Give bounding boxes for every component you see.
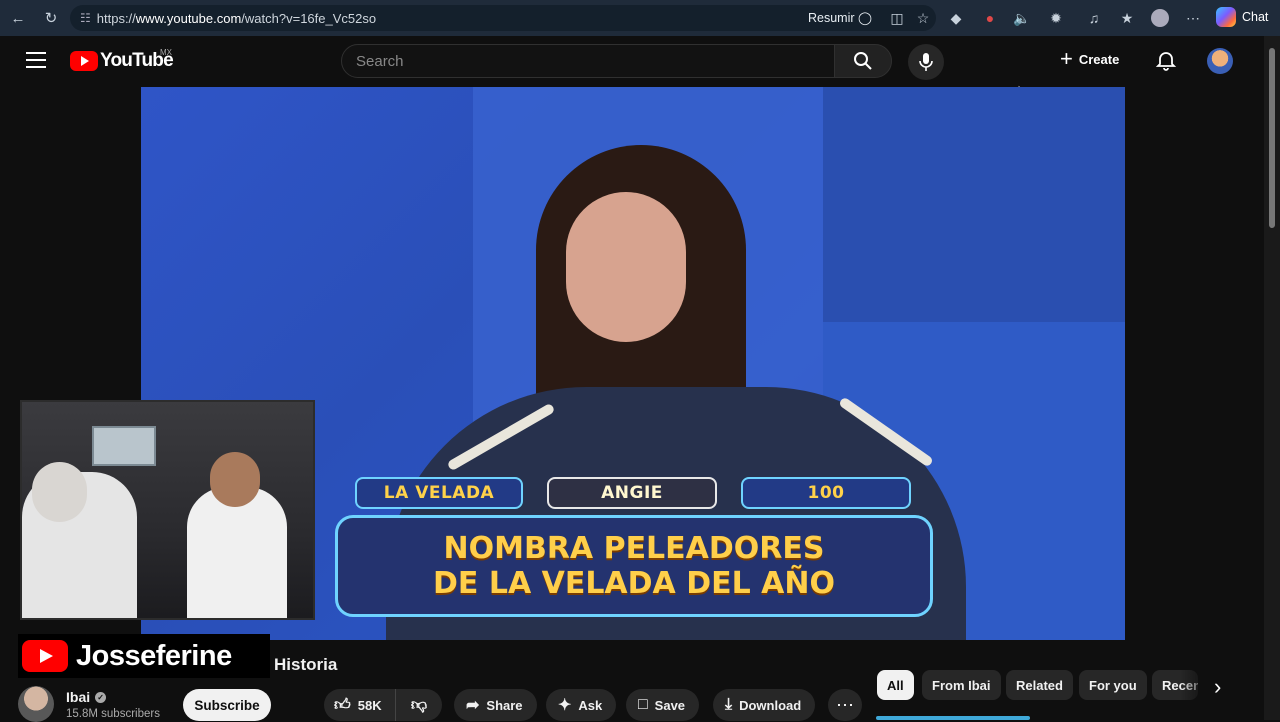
copilot-chat-button[interactable]: Chat [1216, 7, 1268, 27]
wall-sign [92, 426, 156, 466]
webcam-person-right-head [210, 452, 260, 507]
chip-from-ibai[interactable]: From Ibai [922, 670, 1001, 700]
chip-fade [1180, 668, 1210, 702]
extensions-puzzle-icon[interactable]: ✹ [1045, 7, 1067, 29]
download-icon: ⤓ [725, 696, 733, 713]
summarize-icon: ◯ [858, 11, 873, 25]
chevron-right-icon[interactable]: › [1214, 674, 1221, 700]
chip-all[interactable]: All [877, 670, 914, 700]
share-label: Share [486, 697, 523, 713]
url-host: www.youtube.com [135, 10, 242, 26]
download-label: Download [739, 697, 802, 713]
url-path: /watch?v=16fe_Vc52so [241, 10, 377, 26]
share-button[interactable]: ➦ Share [454, 689, 537, 721]
ask-button[interactable]: ✦ Ask [546, 689, 617, 721]
question-line: NOMBRA PELEADORES [443, 531, 825, 566]
chat-label: Chat [1242, 10, 1269, 24]
subscriber-count: 15.8M subscribers [66, 708, 160, 720]
bookmark-icon: □ [638, 696, 648, 713]
page-scrollbar[interactable] [1264, 36, 1280, 720]
menu-hamburger-icon[interactable] [26, 52, 46, 68]
summarize-label: Resumir [808, 11, 855, 25]
extension-red-icon[interactable]: ● [979, 7, 1001, 29]
channel-name: Ibai [66, 689, 91, 705]
verified-check-icon: ✓ [95, 691, 107, 703]
webcam-person-right [187, 487, 287, 618]
address-bar[interactable]: ☷ https://www.youtube.com/watch?v=16fe_V… [70, 5, 936, 31]
channel-avatar[interactable] [18, 686, 54, 722]
like-button[interactable]: 👍︎ 58K [324, 689, 396, 721]
account-avatar[interactable] [1207, 48, 1233, 74]
profile-icon[interactable] [1149, 7, 1171, 29]
split-screen-icon[interactable]: ◫ [886, 7, 908, 29]
overlay-question-box: NOMBRA PELEADORES DE LA VELADA DEL AÑO [335, 515, 933, 617]
voice-search-button[interactable] [908, 44, 944, 80]
search-button[interactable] [834, 44, 892, 78]
more-actions-icon[interactable]: ⋯ [828, 689, 862, 721]
webcam-person-left-head [32, 462, 87, 522]
overlay-player-box: ANGIE [547, 477, 717, 509]
video-title: Historia [274, 655, 338, 674]
dislike-button[interactable]: 👎︎ [396, 696, 442, 715]
scrollbar-thumb[interactable] [1269, 48, 1275, 228]
music-icon[interactable]: ♫ [1083, 7, 1105, 29]
copilot-icon [1216, 7, 1236, 27]
url-prefix: https:// [96, 10, 136, 26]
extension-icon[interactable]: ◆ [945, 7, 967, 29]
streamer-brand-overlay: Josseferine [18, 634, 270, 678]
like-count: 58K [357, 697, 382, 713]
more-menu-icon[interactable]: ⋯ [1182, 7, 1204, 29]
site-info-icon[interactable]: ☷ [80, 11, 91, 25]
question-line: DE LA VELADA DEL AÑO [432, 566, 835, 601]
back-icon[interactable]: ← [7, 7, 29, 29]
studio-background-panel [823, 87, 1125, 322]
chip-related[interactable]: Related [1006, 670, 1073, 700]
thumbs-up-icon: 👍︎ [334, 696, 351, 714]
channel-name-link[interactable]: Ibai ✓ [66, 689, 107, 705]
thumbs-down-icon: 👎︎ [410, 696, 428, 714]
create-label: Create [1078, 51, 1120, 67]
youtube-logo-icon [22, 640, 68, 672]
volume-icon[interactable]: 🔈 [1011, 7, 1033, 29]
overlay-category-box: LA VELADA [355, 477, 523, 509]
download-button[interactable]: ⤓ Download [713, 689, 816, 721]
youtube-play-icon [70, 51, 98, 71]
save-button[interactable]: □ Save [626, 689, 700, 721]
sparkle-icon: ✦ [558, 697, 572, 714]
notifications-bell-icon[interactable] [1155, 50, 1177, 72]
chip-for-you[interactable]: For you [1079, 670, 1147, 700]
share-arrow-icon: ➦ [466, 697, 480, 714]
country-code: MX [160, 48, 172, 57]
subscribe-button[interactable]: Subscribe [183, 689, 271, 721]
next-video-thumbnail[interactable] [876, 716, 1030, 720]
youtube-masthead: YouTube MX Search + Create [0, 36, 1264, 103]
reload-icon[interactable]: ↻ [40, 7, 62, 29]
plus-icon: + [1060, 46, 1073, 71]
save-label: Save [654, 697, 686, 713]
microphone-icon [919, 53, 933, 71]
browser-toolbar: ← ↻ ☷ https://www.youtube.com/watch?v=16… [0, 0, 1280, 36]
search-placeholder: Search [356, 52, 404, 70]
youtube-logo[interactable]: YouTube [70, 50, 174, 72]
contestant-face [566, 192, 686, 342]
like-dislike-group: 👍︎ 58K 👎︎ [324, 689, 442, 721]
overlay-score-box: 100 [741, 477, 911, 509]
favorite-star-icon[interactable]: ☆ [912, 7, 934, 29]
streamer-webcam [20, 400, 315, 620]
create-button[interactable]: + Create [1060, 46, 1120, 71]
favorites-icon[interactable]: ★ [1116, 7, 1138, 29]
streamer-name: Josseferine [76, 639, 232, 672]
summarize-button[interactable]: Resumir ◯ [808, 10, 872, 25]
ask-label: Ask [578, 697, 603, 713]
search-input[interactable]: Search [341, 44, 835, 78]
search-icon [854, 52, 872, 70]
